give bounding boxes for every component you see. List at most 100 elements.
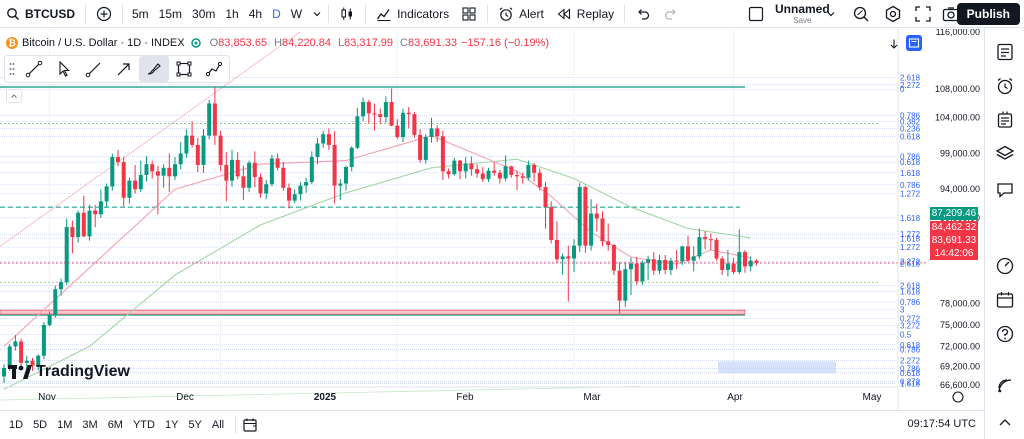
utc-clock[interactable]: 09:17:54 UTC xyxy=(908,418,976,430)
price-chart[interactable]: 2.6182.27200.7860.3820.2360.6180.7860.61… xyxy=(0,29,984,410)
candle-body xyxy=(230,159,234,181)
arrow-tool[interactable] xyxy=(109,56,139,82)
rewind-icon xyxy=(557,7,570,20)
fib-level-label: 0.786 xyxy=(900,345,921,354)
undo-button[interactable] xyxy=(629,0,657,28)
candle-body xyxy=(383,102,388,118)
brush-tool[interactable] xyxy=(139,56,169,82)
candle-body xyxy=(480,173,485,180)
y-tick-label: 108,000.00 xyxy=(935,84,980,94)
range-1y[interactable]: 1Y xyxy=(160,419,183,431)
rectangle-tool[interactable] xyxy=(169,56,199,82)
fib-level-label: 0.5 xyxy=(900,330,912,339)
candle-body xyxy=(549,207,554,240)
y-tick-label: 72,000.00 xyxy=(940,341,980,351)
calendar-range-icon[interactable] xyxy=(242,417,258,433)
range-1d[interactable]: 1D xyxy=(4,419,28,431)
redo-button[interactable] xyxy=(657,0,685,28)
candle-body xyxy=(127,180,132,198)
candle-body xyxy=(629,263,633,270)
chart-area[interactable]: 2.618 2.272 0 0.786 0.382 0.236 0.618 0.786 0.61… xyxy=(0,29,984,410)
interval-4h[interactable]: 4h xyxy=(244,7,267,21)
cursor-tool[interactable] xyxy=(49,56,79,82)
ray-tool[interactable] xyxy=(79,56,109,82)
gear-icon[interactable] xyxy=(884,5,902,23)
candle-body xyxy=(247,162,252,188)
range-all[interactable]: All xyxy=(207,419,229,431)
candle-body xyxy=(617,270,622,301)
publish-button[interactable]: Publish xyxy=(956,3,1020,25)
interval-1h[interactable]: 1h xyxy=(220,7,243,21)
legend-low-value: 83,317.99 xyxy=(344,37,394,49)
auto-scale-button[interactable] xyxy=(906,35,922,51)
candle-body xyxy=(144,164,149,175)
watchlist-icon[interactable] xyxy=(995,42,1015,62)
calendar-icon[interactable] xyxy=(995,290,1015,310)
fullscreen-icon[interactable] xyxy=(914,5,932,23)
range-5d[interactable]: 5D xyxy=(28,419,52,431)
arrow-down-icon[interactable] xyxy=(888,38,900,50)
candle-body xyxy=(218,135,223,165)
collapse-legend-button[interactable] xyxy=(6,89,22,103)
divider xyxy=(487,4,489,23)
templates-button[interactable] xyxy=(455,0,483,28)
alert-button[interactable]: Alert xyxy=(492,0,550,28)
legend-change: −157.16 (−0.19%) xyxy=(460,37,550,49)
interval-w[interactable]: W xyxy=(286,7,307,21)
layers-icon[interactable] xyxy=(995,144,1015,164)
candle-body xyxy=(743,252,747,267)
candle-body xyxy=(731,263,736,273)
y-tick-label: 69,200.00 xyxy=(940,361,980,371)
trend-line-tool[interactable] xyxy=(19,56,49,82)
candle-body xyxy=(554,239,559,260)
chat-icon[interactable] xyxy=(995,180,1015,200)
interval-5m[interactable]: 5m xyxy=(127,7,154,21)
compare-symbol-button[interactable] xyxy=(90,0,118,28)
x-tick-label: Mar xyxy=(583,392,601,403)
range-5y[interactable]: 5Y xyxy=(183,419,206,431)
alarm-clock-icon[interactable] xyxy=(995,76,1015,96)
broadcast-icon[interactable] xyxy=(995,376,1015,396)
candle-body xyxy=(81,212,86,237)
speedometer-icon[interactable] xyxy=(995,256,1015,276)
interval-d[interactable]: D xyxy=(267,7,286,21)
range-6m[interactable]: 6M xyxy=(103,419,128,431)
range-1m[interactable]: 1M xyxy=(52,419,77,431)
layout-name[interactable]: Unnamed Save xyxy=(775,3,830,25)
quick-search-icon[interactable] xyxy=(852,5,870,23)
candle-body xyxy=(201,135,206,165)
range-ytd[interactable]: YTD xyxy=(128,419,160,431)
help-icon[interactable] xyxy=(995,324,1015,344)
candle-body xyxy=(515,174,519,177)
highlight-zone xyxy=(718,361,836,374)
candle-body xyxy=(651,259,656,271)
y-tick-label: 116,000.00 xyxy=(936,29,980,37)
cursor-arrow-icon xyxy=(59,60,70,77)
replay-button[interactable]: Replay xyxy=(550,0,620,28)
chevron-up-icon[interactable] xyxy=(995,413,1015,433)
candle-body xyxy=(349,147,354,168)
checkbox-icon[interactable] xyxy=(748,6,764,22)
time-axis-settings-icon[interactable] xyxy=(952,391,964,403)
x-tick-label: May xyxy=(863,392,882,403)
indicators-button[interactable]: Indicators xyxy=(370,0,455,28)
range-3m[interactable]: 3M xyxy=(77,419,102,431)
candle-body xyxy=(64,227,69,283)
candle-body xyxy=(640,262,645,282)
candle-body xyxy=(492,170,497,173)
chevron-down-icon[interactable] xyxy=(826,9,836,19)
chevron-down-icon[interactable] xyxy=(310,7,324,21)
candle-body xyxy=(520,176,525,178)
legend-high-label: H xyxy=(274,37,283,49)
chart-type-button[interactable] xyxy=(333,0,361,28)
candle-body xyxy=(503,166,508,179)
candle-body xyxy=(173,164,177,177)
news-icon[interactable] xyxy=(995,110,1015,130)
candle-body xyxy=(13,341,18,347)
symbol-search[interactable]: BTCUSD xyxy=(0,0,81,28)
path-tool[interactable] xyxy=(199,56,229,82)
drag-handle-icon[interactable] xyxy=(9,62,15,76)
interval-30m[interactable]: 30m xyxy=(187,7,220,21)
interval-15m[interactable]: 15m xyxy=(154,7,187,21)
candle-body xyxy=(2,367,6,377)
